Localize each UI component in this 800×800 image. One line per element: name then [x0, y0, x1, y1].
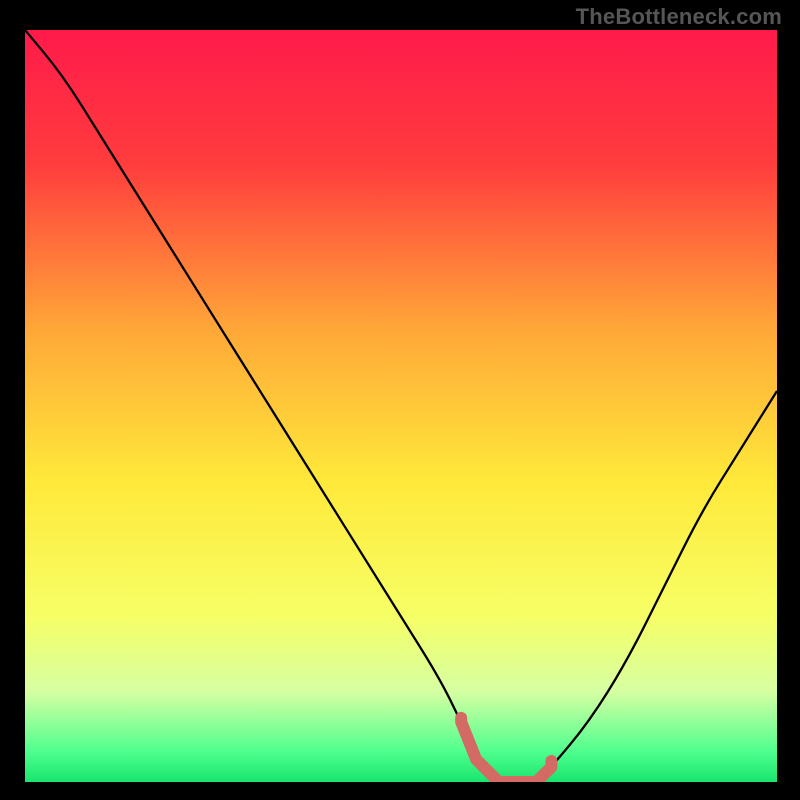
watermark-text: TheBottleneck.com	[576, 4, 782, 30]
chart-svg	[25, 30, 777, 782]
chart-container: TheBottleneck.com	[0, 0, 800, 800]
gradient-background	[25, 30, 777, 782]
plot-area	[25, 30, 777, 782]
